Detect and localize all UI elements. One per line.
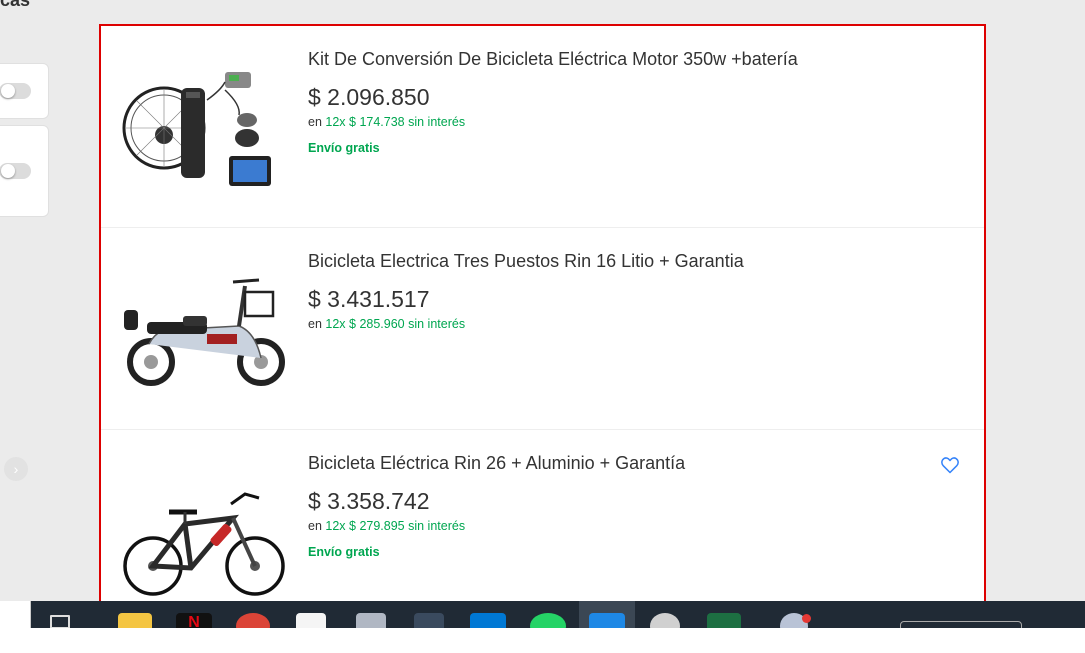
installments-value: 12x $ 174.738 sin interés — [325, 115, 466, 129]
installments-value: 12x $ 285.960 sin interés — [325, 317, 466, 331]
electric-scooter-bike-image[interactable] — [121, 262, 287, 398]
filter-card — [0, 125, 49, 217]
filter-toggle[interactable] — [0, 163, 31, 179]
vscode-icon[interactable] — [470, 613, 506, 628]
notification-dot — [802, 614, 811, 623]
conversion-kit-image[interactable] — [121, 60, 287, 196]
windows-taskbar: N — [0, 601, 1085, 628]
filter-toggle[interactable] — [0, 83, 31, 99]
whatsapp-icon[interactable] — [530, 613, 566, 628]
installments-value: 12x $ 279.895 sin interés — [325, 519, 466, 533]
file-explorer-icon[interactable] — [118, 613, 152, 628]
free-shipping-label: Envío gratis — [308, 141, 380, 155]
chrome-icon[interactable] — [236, 613, 270, 628]
installments: en 12x $ 285.960 sin interés — [308, 317, 465, 331]
chevron-right-icon[interactable]: › — [4, 457, 28, 481]
mountain-ebike-image[interactable] — [121, 464, 287, 600]
installments-prefix: en — [308, 115, 322, 129]
installments-prefix: en — [308, 519, 322, 533]
item-price: $ 3.431.517 — [308, 286, 430, 312]
app-icon-3[interactable] — [414, 613, 444, 628]
item-title[interactable]: Kit De Conversión De Bicicleta Eléctrica… — [308, 49, 798, 70]
filter-card — [0, 63, 49, 119]
installments: en 12x $ 279.895 sin interés — [308, 519, 465, 533]
installments-prefix: en — [308, 317, 322, 331]
free-shipping-label: Envío gratis — [308, 545, 380, 559]
netflix-icon[interactable]: N — [176, 613, 212, 628]
installments: en 12x $ 174.738 sin interés — [308, 115, 465, 129]
active-app-icon[interactable] — [589, 613, 625, 628]
heart-icon[interactable] — [940, 455, 960, 475]
excel-icon[interactable] — [707, 613, 741, 628]
window-bottom-area — [0, 628, 1085, 653]
item-title[interactable]: Bicicleta Eléctrica Rin 26 + Aluminio + … — [308, 453, 685, 474]
item-price: $ 3.358.742 — [308, 488, 430, 514]
result-item[interactable]: Bicicleta Eléctrica Rin 26 + Aluminio + … — [101, 430, 984, 626]
item-title[interactable]: Bicicleta Electrica Tres Puestos Rin 16 … — [308, 251, 744, 272]
task-view-icon[interactable] — [50, 615, 70, 628]
app-icon-2[interactable] — [356, 613, 386, 628]
result-item[interactable]: Bicicleta Electrica Tres Puestos Rin 16 … — [101, 228, 984, 430]
partial-heading: cas — [0, 0, 31, 10]
search-box[interactable] — [0, 601, 31, 628]
app-icon[interactable] — [296, 613, 326, 628]
results-list: Kit De Conversión De Bicicleta Eléctrica… — [99, 24, 986, 628]
result-item[interactable]: Kit De Conversión De Bicicleta Eléctrica… — [101, 26, 984, 228]
settings-icon[interactable] — [650, 613, 680, 628]
item-price: $ 2.096.850 — [308, 84, 430, 110]
tray-icons[interactable] — [900, 621, 1022, 628]
